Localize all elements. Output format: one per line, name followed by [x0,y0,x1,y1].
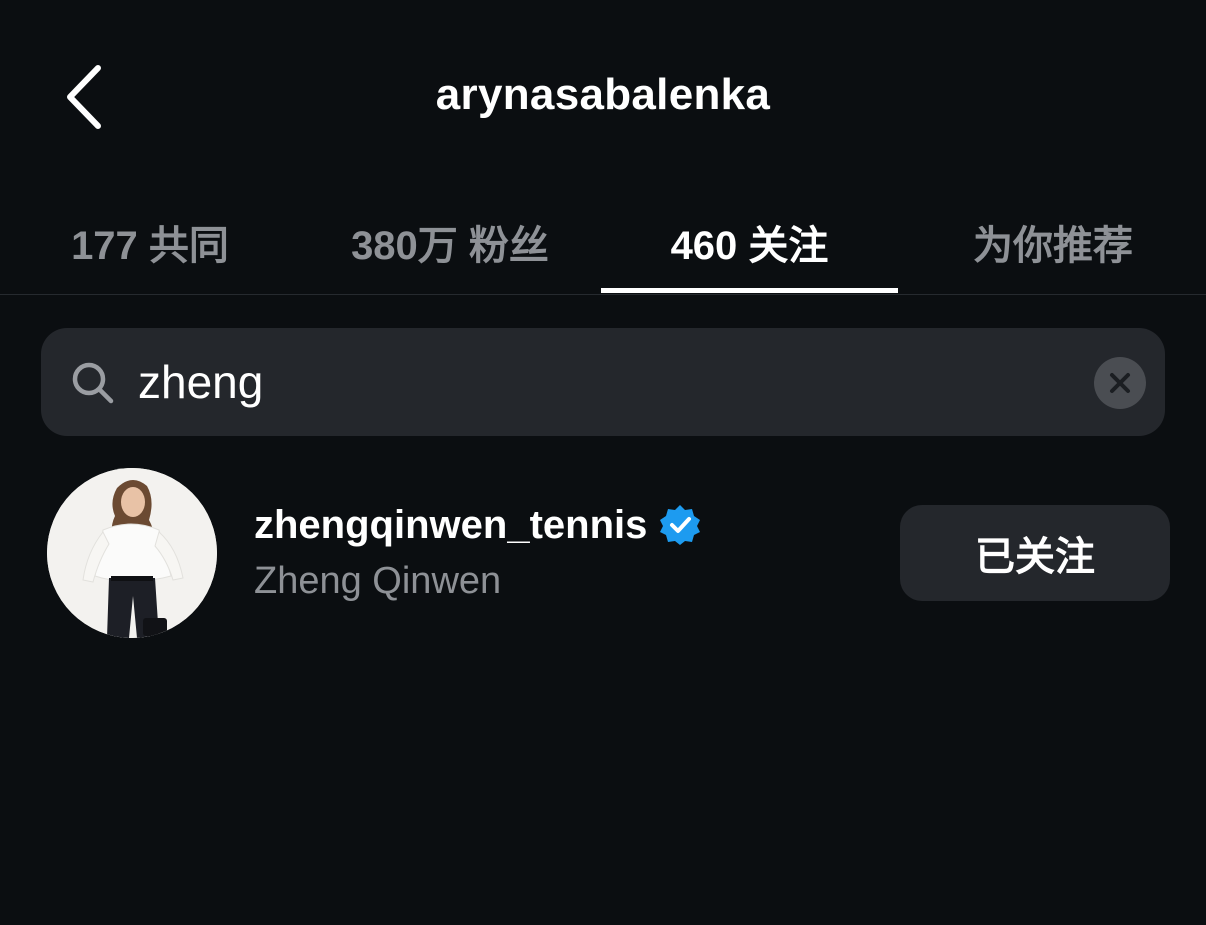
tab-following[interactable]: 460 关注 [601,190,898,294]
tab-bar: 177 共同 380万 粉丝 460 关注 为你推荐 [0,190,1206,295]
clear-search-button[interactable] [1094,357,1146,409]
tab-mutual[interactable]: 177 共同 [40,190,260,294]
page-title: arynasabalenka [435,70,771,119]
profile-photo [47,468,217,638]
following-button[interactable]: 已关注 [900,505,1170,601]
active-tab-indicator [601,288,898,293]
search-icon [72,362,114,404]
header: arynasabalenka [0,0,1206,190]
tab-followers[interactable]: 380万 粉丝 [320,190,580,294]
search-input[interactable] [138,344,1058,420]
result-username-row[interactable]: zhengqinwen_tennis [254,500,701,550]
result-full-name: Zheng Qinwen [254,560,502,602]
result-username: zhengqinwen_tennis [254,502,648,547]
close-icon [1110,373,1130,393]
verified-badge-icon [660,505,701,545]
avatar[interactable] [47,468,217,638]
tab-suggested[interactable]: 为你推荐 [948,190,1158,294]
